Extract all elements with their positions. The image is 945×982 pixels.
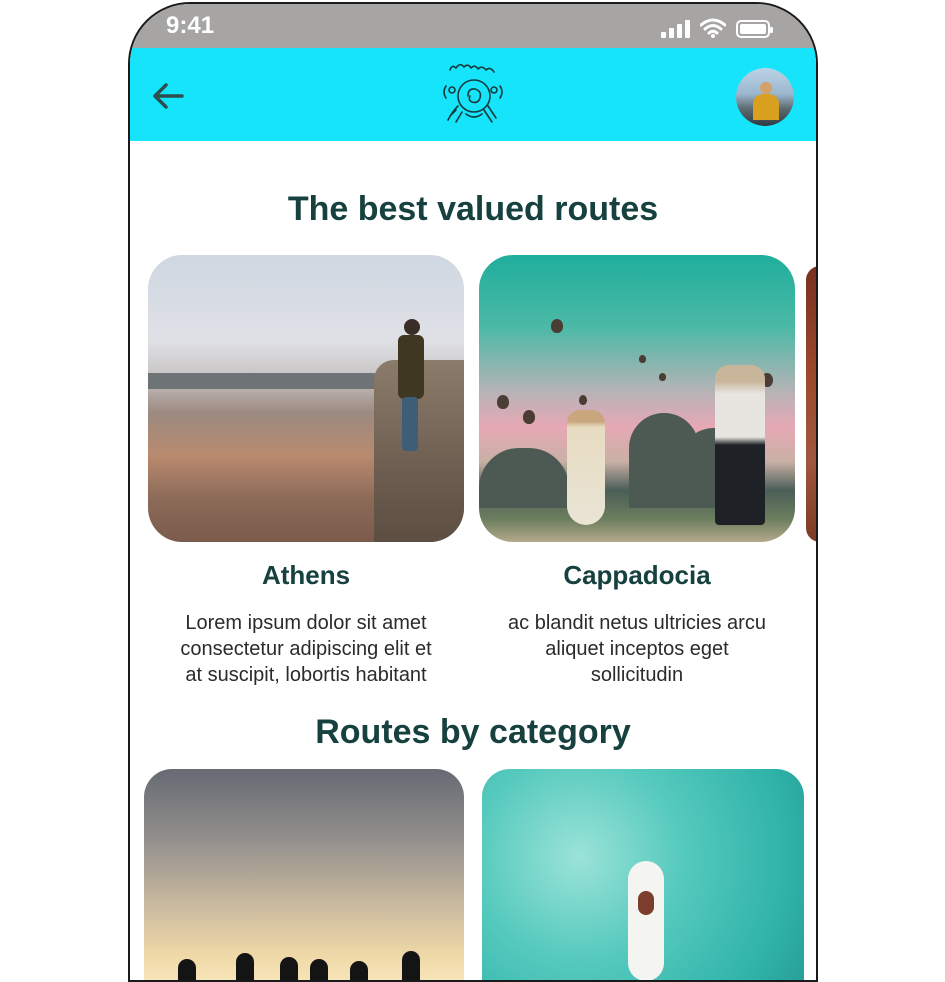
wifi-icon bbox=[700, 18, 726, 38]
user-avatar[interactable] bbox=[736, 68, 794, 126]
route-card-image-athens[interactable] bbox=[148, 255, 464, 542]
signal-icon bbox=[661, 20, 690, 38]
section-title-categories: Routes by category bbox=[315, 713, 631, 751]
route-card-image-next[interactable] bbox=[806, 266, 816, 542]
section-title-best-routes: The best valued routes bbox=[287, 190, 659, 228]
status-icons bbox=[661, 14, 773, 38]
back-arrow-icon[interactable] bbox=[148, 76, 188, 116]
battery-icon bbox=[736, 20, 773, 38]
category-card-image-water[interactable] bbox=[482, 769, 804, 980]
route-card-description: Lorem ipsum dolor sit amet consectetur a… bbox=[180, 612, 432, 686]
phone-frame: 9:41 The best valued routes Athens Cappa… bbox=[128, 2, 818, 982]
category-card-image-friends[interactable] bbox=[144, 769, 464, 980]
route-card-description: ac blandit netus ultricies arcu aliquet … bbox=[508, 612, 766, 686]
app-header bbox=[130, 48, 816, 141]
route-card-title[interactable]: Cappadocia bbox=[479, 560, 795, 591]
bikers-logo[interactable] bbox=[438, 60, 508, 130]
route-card-image-cappadocia[interactable] bbox=[479, 255, 795, 542]
route-card-title[interactable]: Athens bbox=[148, 560, 464, 591]
status-time: 9:41 bbox=[166, 12, 215, 39]
status-bar: 9:41 bbox=[130, 4, 816, 48]
